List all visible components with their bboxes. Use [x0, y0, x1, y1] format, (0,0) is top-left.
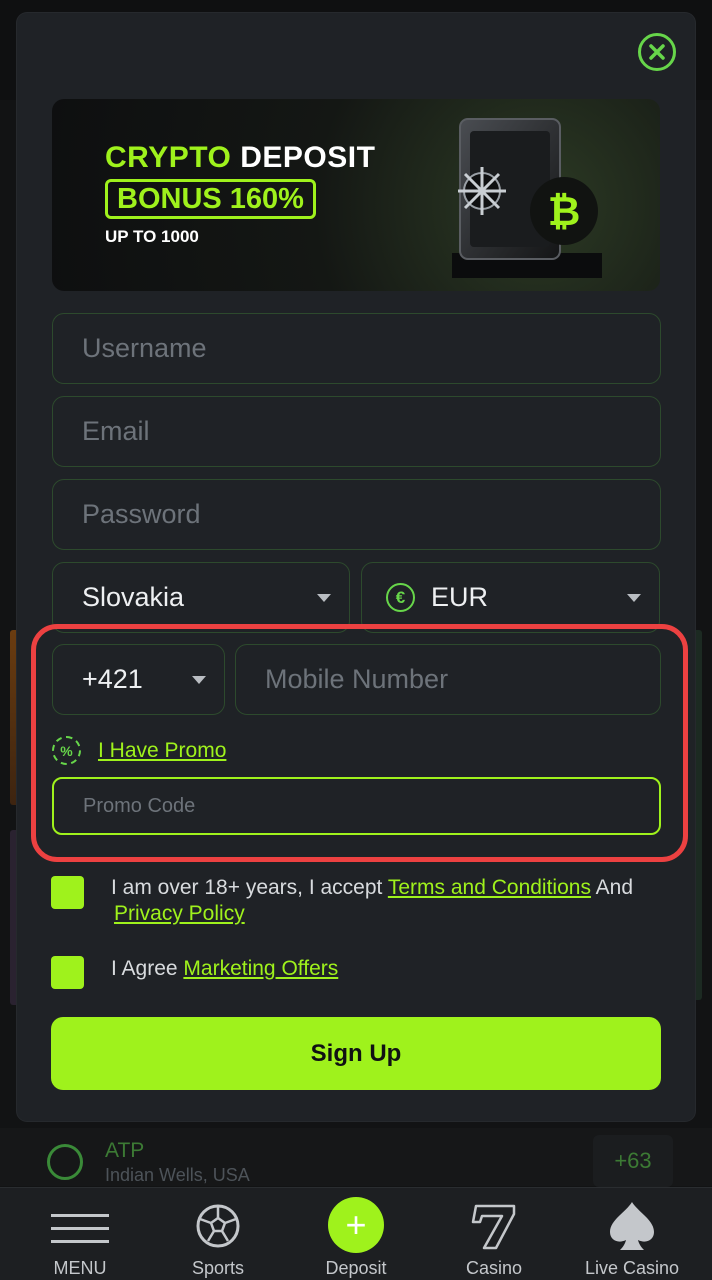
chevron-down-icon [627, 594, 641, 602]
country-value: Slovakia [82, 582, 185, 612]
hamburger-icon [51, 1214, 109, 1243]
terms-link[interactable]: Terms and Conditions [388, 876, 591, 899]
nav-menu-label: MENU [53, 1258, 107, 1278]
email-placeholder: Email [82, 416, 150, 446]
marketing-link[interactable]: Marketing Offers [183, 957, 338, 980]
terms-text: I am over 18+ years, I accept Terms and … [111, 876, 634, 925]
nav-deposit[interactable]: + Deposit [306, 1188, 406, 1280]
highlight-frame [31, 624, 688, 862]
seven-icon [471, 1204, 516, 1250]
event-title: ATP [105, 1139, 145, 1162]
vault-safe-icon: ₿ [452, 118, 602, 278]
event-subtitle: Indian Wells, USA [105, 1165, 250, 1185]
banner-title: CRYPTO DEPOSIT [105, 141, 376, 174]
username-input[interactable]: Username [52, 313, 661, 384]
password-placeholder: Password [82, 499, 201, 529]
country-select[interactable]: Slovakia [52, 562, 350, 633]
nav-casino-label: Casino [465, 1258, 523, 1278]
privacy-link[interactable]: Privacy Policy [114, 902, 245, 925]
euro-icon: € [386, 583, 415, 612]
tennis-ball-icon [47, 1144, 83, 1180]
marketing-text: I Agree Marketing Offers [111, 957, 339, 980]
currency-select[interactable]: € EUR [361, 562, 660, 633]
nav-sports[interactable]: Sports [168, 1188, 268, 1280]
crypto-deposit-banner[interactable]: CRYPTO DEPOSIT BONUS 160% UP TO 1000 ₿ [52, 99, 660, 291]
nav-live-casino[interactable]: Live Casino [572, 1188, 692, 1280]
currency-value: EUR [431, 582, 489, 612]
nav-deposit-label: Deposit [325, 1258, 387, 1278]
email-input[interactable]: Email [52, 396, 661, 467]
spade-icon [610, 1202, 654, 1250]
nav-sports-label: Sports [191, 1258, 245, 1278]
bottom-nav: MENU Sports + Deposit Casino Live Casino [0, 1187, 712, 1280]
banner-bonus: BONUS 160% [105, 179, 316, 219]
terms-checkbox[interactable] [51, 876, 84, 909]
plus-icon: + [328, 1197, 384, 1253]
close-icon [649, 44, 665, 60]
nav-menu[interactable]: MENU [30, 1188, 130, 1280]
bitcoin-icon: ₿ [548, 190, 581, 234]
chevron-down-icon [317, 594, 331, 602]
soccer-ball-icon [196, 1204, 240, 1248]
close-button[interactable] [638, 33, 676, 71]
banner-subtitle: UP TO 1000 [105, 227, 199, 246]
nav-live-casino-label: Live Casino [584, 1258, 680, 1278]
marketing-checkbox[interactable] [51, 956, 84, 989]
nav-casino[interactable]: Casino [444, 1188, 544, 1280]
event-odds: +63 [593, 1135, 673, 1187]
sign-up-button[interactable]: Sign Up [51, 1017, 661, 1090]
password-input[interactable]: Password [52, 479, 661, 550]
username-placeholder: Username [82, 333, 207, 363]
